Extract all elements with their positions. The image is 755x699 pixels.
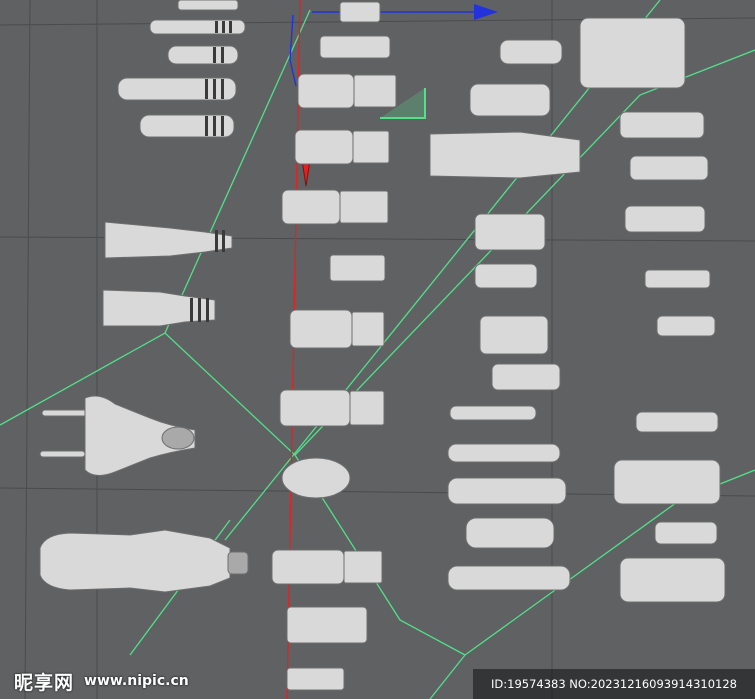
watermark-logo: 昵享网 [14, 671, 75, 694]
3d-viewport[interactable] [0, 0, 755, 699]
watermark-logo-area: 昵享网 www.nipic.cn [0, 663, 254, 699]
watermark-id: ID:19574383 NO:20231216093914310128 [491, 677, 737, 691]
watermark-site: www.nipic.cn [84, 673, 189, 689]
watermark-id-bar: ID:19574383 NO:20231216093914310128 [473, 669, 755, 699]
